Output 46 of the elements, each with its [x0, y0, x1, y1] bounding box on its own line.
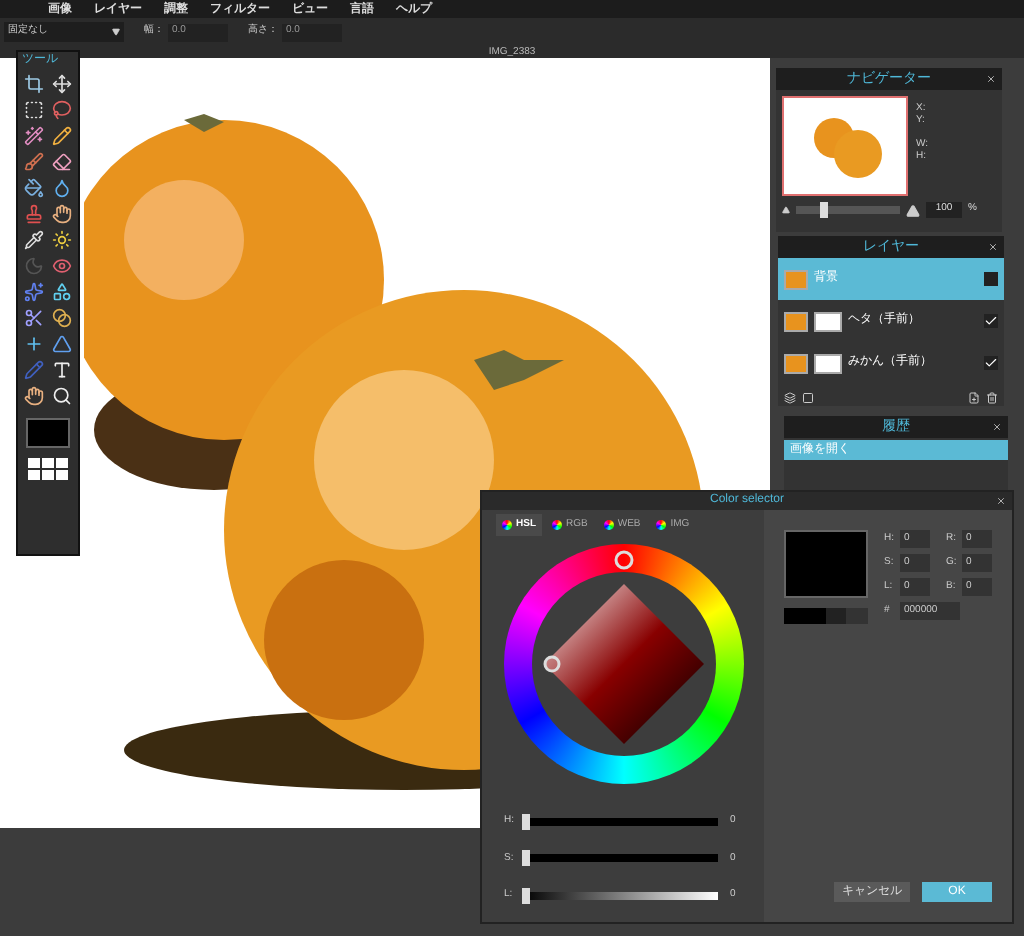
zoom-slider[interactable]	[796, 206, 900, 214]
plus-icon[interactable]	[24, 334, 44, 354]
type-icon[interactable]	[52, 360, 72, 380]
color-swatch[interactable]	[26, 418, 70, 448]
eraser-icon[interactable]	[52, 152, 72, 172]
slider-track[interactable]	[522, 854, 718, 863]
crop-icon[interactable]	[24, 74, 44, 94]
wand-icon[interactable]	[24, 126, 44, 146]
thumbnail-image	[782, 96, 908, 196]
drop-icon[interactable]	[52, 178, 72, 198]
grid-icon[interactable]	[28, 458, 68, 480]
lasso-icon[interactable]	[52, 100, 72, 120]
move-icon[interactable]	[52, 74, 72, 94]
slider-track[interactable]	[522, 817, 718, 826]
mask-thumbnail	[814, 353, 842, 373]
visibility-checkbox[interactable]	[984, 356, 998, 370]
layer-thumbnail	[784, 269, 808, 289]
new-layer-icon[interactable]	[968, 392, 980, 404]
marquee-icon[interactable]	[24, 100, 44, 120]
layers-icon[interactable]	[784, 392, 796, 404]
trash-icon[interactable]	[986, 392, 998, 404]
color-preview	[784, 530, 868, 598]
scissors-icon[interactable]	[24, 308, 44, 328]
slider-track[interactable]	[522, 891, 718, 900]
eye-icon[interactable]	[52, 256, 72, 276]
hand-icon[interactable]	[24, 386, 44, 406]
color-history-strip	[784, 608, 868, 624]
visibility-checkbox[interactable]	[984, 314, 998, 328]
hand-icon[interactable]	[52, 204, 72, 224]
mask-thumbnail	[814, 311, 842, 331]
caret-icon	[112, 28, 120, 36]
sun-icon[interactable]	[52, 230, 72, 250]
sparkle-icon[interactable]	[24, 282, 44, 302]
pencil-icon[interactable]	[52, 126, 72, 146]
layer-thumbnail	[784, 311, 808, 331]
triangle-icon[interactable]	[52, 334, 72, 354]
layer-thumbnail	[784, 353, 808, 373]
pipette-icon[interactable]	[24, 230, 44, 250]
mask-icon[interactable]	[802, 392, 814, 404]
visibility-checkbox[interactable]	[984, 272, 998, 286]
bucket-icon[interactable]	[24, 178, 44, 198]
blend-icon[interactable]	[52, 308, 72, 328]
stamp-icon[interactable]	[24, 204, 44, 224]
search-icon[interactable]	[52, 386, 72, 406]
brush-icon[interactable]	[24, 152, 44, 172]
shapes-icon[interactable]	[52, 282, 72, 302]
